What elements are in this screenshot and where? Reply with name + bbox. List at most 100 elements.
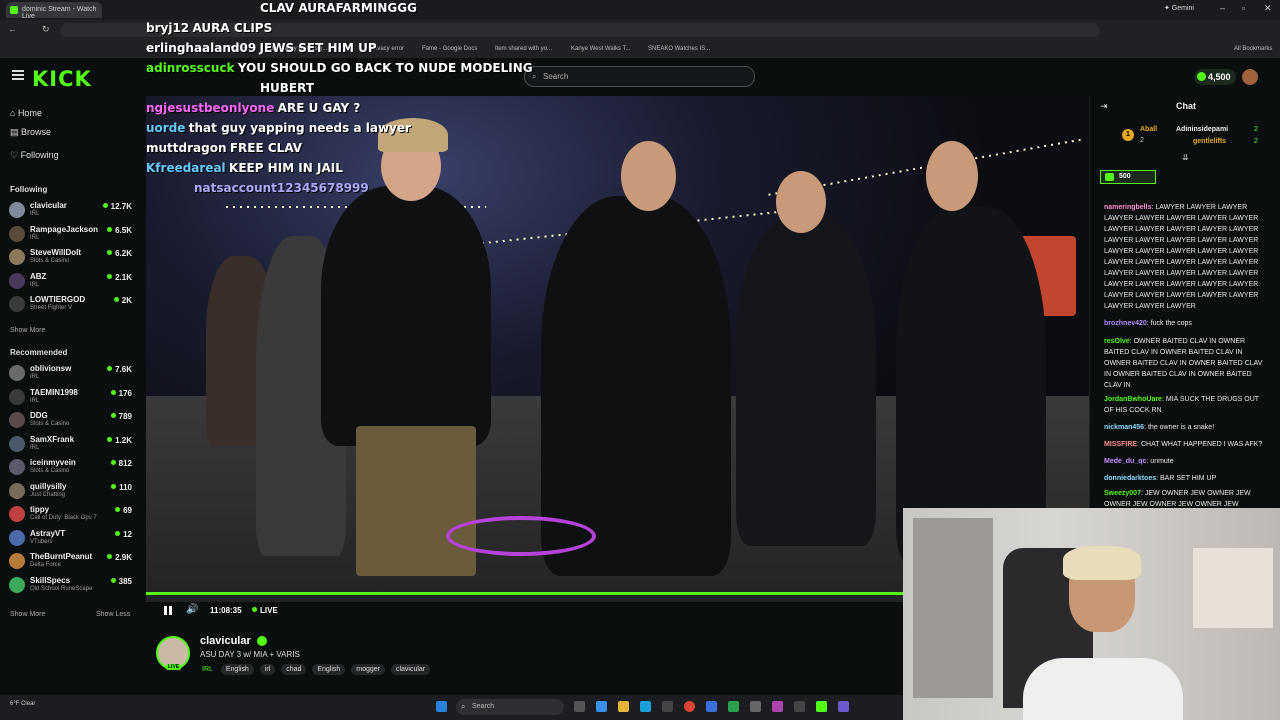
reload-icon[interactable]: ↻ [42, 24, 50, 35]
taskbar-search[interactable]: ⌕ Search [456, 699, 564, 715]
pause-icon[interactable] [164, 606, 172, 615]
category-link[interactable]: IRL [200, 664, 215, 675]
sidebar-channel[interactable]: clavicular IRL 12.7K [9, 200, 134, 222]
tag[interactable]: mogger [351, 664, 385, 675]
all-bookmarks[interactable]: All Bookmarks [1234, 46, 1272, 52]
minimize-icon[interactable]: – [1220, 3, 1225, 13]
chrome-icon[interactable] [684, 701, 695, 712]
nav-browse[interactable]: ▤ Browse [10, 127, 51, 138]
bookmark-item[interactable]: Fame - Google Docs [422, 46, 477, 52]
expand-icon[interactable]: ⇊ [1182, 153, 1189, 162]
app-icon[interactable] [728, 701, 739, 712]
edge-icon[interactable] [640, 701, 651, 712]
sidebar-channel[interactable]: DDG Slots & Casino 789 [9, 410, 134, 432]
windows-start-icon[interactable] [436, 701, 447, 712]
chat-username[interactable]: Sweezy007 [1104, 490, 1141, 497]
kick-logo[interactable]: KICK [32, 67, 92, 91]
gifter-name[interactable]: gentlelifts [1193, 138, 1226, 145]
channel-avatar [9, 388, 25, 405]
task-view-icon[interactable] [574, 701, 585, 712]
volume-icon[interactable]: 🔊 [186, 604, 198, 615]
browser-tab[interactable]: dominic Stream - Watch Live [6, 2, 102, 20]
nav-following[interactable]: ♡ Following [10, 150, 59, 161]
app-icon[interactable] [838, 701, 849, 712]
tag[interactable]: English [312, 664, 346, 675]
bookmark-item[interactable]: SNEAKO Watches IS... [648, 46, 710, 52]
user-avatar[interactable] [1242, 69, 1258, 85]
chat-username[interactable]: Mede_du_qc [1104, 458, 1146, 465]
app-icon[interactable] [706, 701, 717, 712]
tag[interactable]: clavicular [390, 664, 431, 675]
home-icon: ⌂ [10, 108, 18, 118]
channel-name: AstrayVT [30, 528, 66, 538]
app-icon[interactable] [794, 701, 805, 712]
sidebar-channel[interactable]: oblivionsw IRL 7.6K [9, 363, 134, 385]
points-badge[interactable]: 4,500 [1194, 69, 1236, 85]
overlay-chat-line: muttdragon FREE CLAV [146, 141, 302, 155]
chat-username[interactable]: nameringbells [1104, 204, 1151, 211]
sidebar-channel[interactable]: SamXFrank IRL 1.2K [9, 434, 134, 456]
tag[interactable]: irl [259, 664, 276, 675]
sidebar-channel[interactable]: TheBurntPeanut Delta Force 2.9K [9, 551, 134, 573]
channel-avatar [9, 435, 25, 452]
sidebar-channel[interactable]: ABZ IRL 2.1K [9, 271, 134, 293]
app-icon[interactable] [816, 701, 827, 712]
gifter-count: 2 [1140, 137, 1144, 144]
weather-widget[interactable]: 6°F Clear [10, 701, 35, 707]
chat-username[interactable]: resOlve [1104, 338, 1130, 345]
gemini-button[interactable]: ✦ Gemini [1164, 4, 1194, 12]
chat-username[interactable]: nickman456 [1104, 424, 1144, 431]
head [776, 171, 826, 233]
tab-bar: dominic Stream - Watch Live ✦ Gemini – ▫… [0, 0, 1280, 20]
sidebar-channel[interactable]: tippy Call of Duty: Black Ops 7 69 [9, 504, 134, 526]
search-input[interactable]: ⌕ Search [524, 66, 755, 87]
chat-username[interactable]: brozhnev420 [1104, 320, 1147, 327]
tag[interactable]: English [220, 664, 254, 675]
bookmark-item[interactable]: Item shared with yo... [495, 46, 552, 52]
sidebar-channel[interactable]: AstrayVT VTubers 12 [9, 528, 134, 550]
sidebar-channel[interactable]: quillysilly Just Chatting 110 [9, 481, 134, 503]
app-icon[interactable] [772, 701, 783, 712]
sidebar-channel[interactable]: TAEMIN1998 IRL 176 [9, 387, 134, 409]
close-icon[interactable]: ✕ [1264, 3, 1272, 14]
chat-username[interactable]: JordanBwhoUare [1104, 396, 1162, 403]
viewer-count: 6.5K [107, 226, 132, 235]
chat-panel: ⇥ Chat 1 Aball 2 Adininsidepami 2 gentle… [1089, 96, 1280, 508]
progress-bar[interactable] [146, 592, 903, 595]
channel-category: Call of Duty: Black Ops 7 [30, 515, 97, 521]
app-icon[interactable] [750, 701, 761, 712]
streamer-info: LIVE clavicular ASU DAY 3 w/ MIA + VARIS… [146, 630, 903, 690]
browse-icon: ▤ [10, 127, 22, 137]
tag[interactable]: chad [281, 664, 307, 675]
sidebar-channel[interactable]: SkillSpecs Old School RuneScape 385 [9, 575, 134, 597]
collapse-chat-icon[interactable]: ⇥ [1100, 101, 1108, 112]
file-explorer-icon[interactable] [618, 701, 629, 712]
hamburger-menu-icon[interactable] [12, 70, 24, 80]
chat-text: OWNER BAITED CLAV IN OWNER BAITED CLAV I… [1104, 338, 1263, 389]
chat-message: MISSFIRE: CHAT WHAT HAPPENED I WAS AFK? [1104, 441, 1263, 448]
show-less-button[interactable]: Show Less [96, 611, 130, 618]
webcam-hair [1063, 546, 1141, 580]
back-icon[interactable]: ← [8, 24, 17, 34]
channel-avatar [9, 272, 25, 289]
gifter-name[interactable]: Adininsidepami [1176, 126, 1228, 133]
sidebar-channel[interactable]: SteveWillDoIt Slots & Casino 6.2K [9, 247, 134, 269]
pinned-kicks[interactable]: 500 [1100, 170, 1156, 184]
chat-username[interactable]: MISSFIRE [1104, 441, 1137, 448]
sidebar-channel[interactable]: iceinmyvein Slots & Casino 812 [9, 457, 134, 479]
player-controls: 🔊 11:08:35 LIVE [146, 602, 903, 620]
pinned-amount: 500 [1119, 173, 1131, 180]
app-icon[interactable] [662, 701, 673, 712]
sidebar-channel[interactable]: LOWTIERGOD Street Fighter V 2K [9, 294, 134, 316]
gifter-name[interactable]: Aball [1140, 126, 1157, 133]
chat-username[interactable]: donniedarktoes [1104, 475, 1156, 482]
bookmark-item[interactable]: Kanye West Walks T... [571, 46, 631, 52]
app-icon[interactable] [596, 701, 607, 712]
show-more-button[interactable]: Show More [10, 327, 45, 334]
streamer-name[interactable]: clavicular [200, 635, 251, 647]
maximize-icon[interactable]: ▫ [1242, 3, 1245, 13]
channel-avatar [9, 412, 25, 428]
nav-home[interactable]: ⌂ Home [10, 108, 42, 118]
sidebar-channel[interactable]: RampageJackson IRL 6.5K [9, 224, 134, 246]
show-more-button[interactable]: Show More [10, 611, 45, 618]
